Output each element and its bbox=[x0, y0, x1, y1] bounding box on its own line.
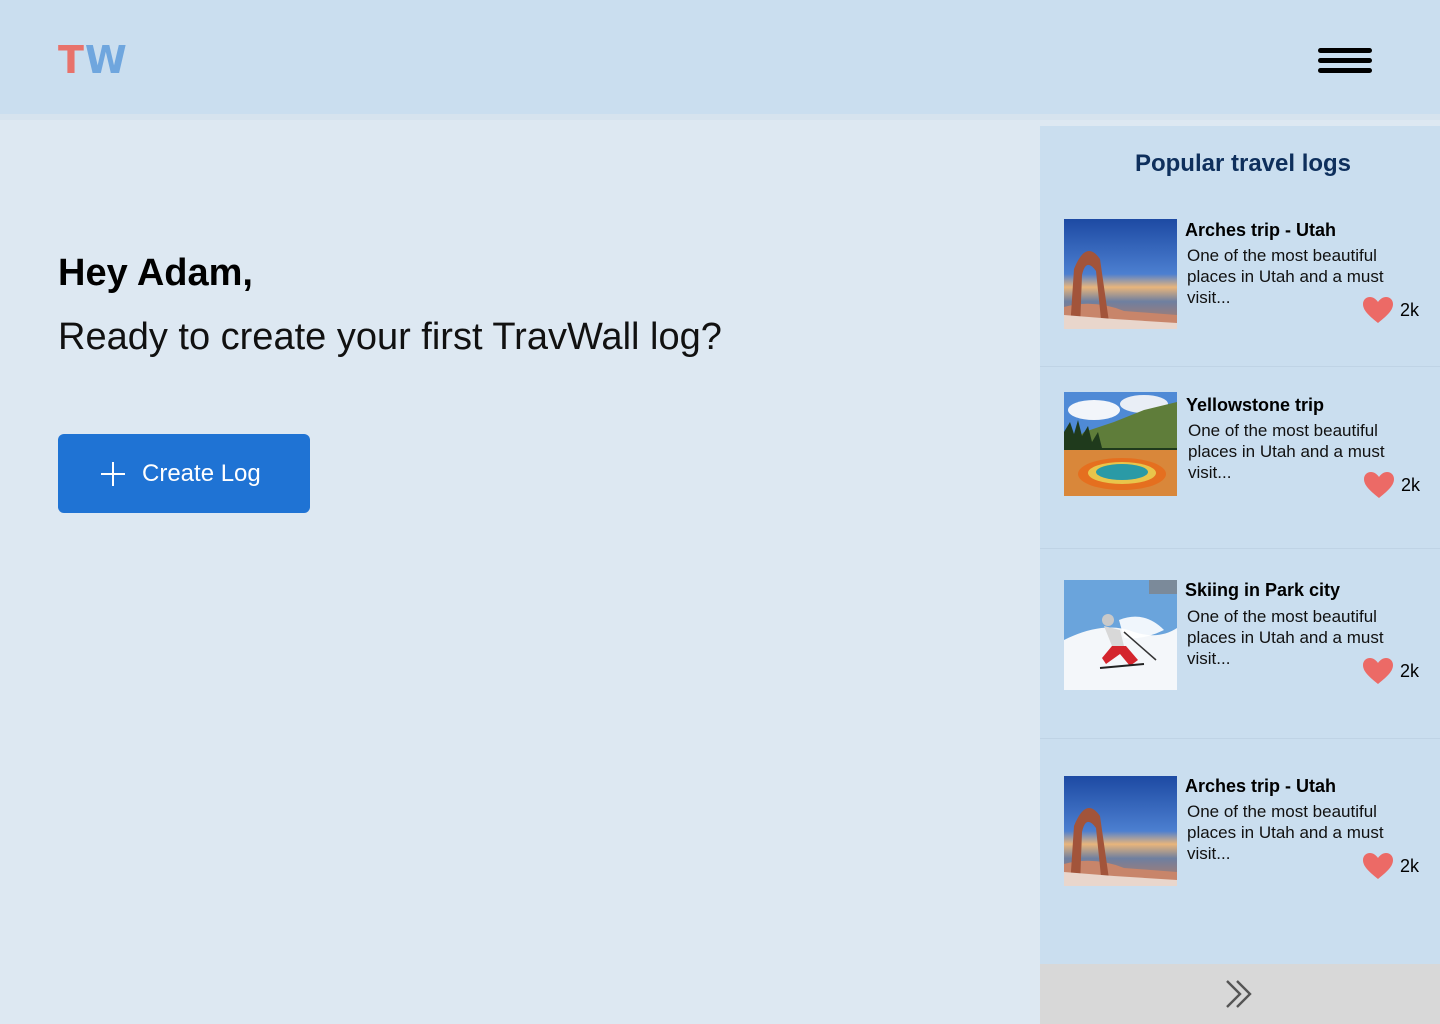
yellowstone-thumbnail bbox=[1064, 392, 1177, 496]
travel-log-card[interactable]: Skiing in Park city One of the most beau… bbox=[1040, 549, 1440, 739]
arches-thumbnail bbox=[1064, 219, 1177, 329]
more-logs-button[interactable] bbox=[1040, 964, 1440, 1024]
plus-icon bbox=[100, 461, 126, 487]
heart-icon bbox=[1364, 472, 1394, 498]
greeting-heading: Hey Adam, bbox=[58, 252, 253, 294]
double-chevron-right-icon bbox=[1226, 980, 1252, 1008]
likes-count: 2k bbox=[1401, 474, 1421, 495]
create-log-button[interactable]: Create Log bbox=[58, 434, 310, 513]
like-button[interactable]: 2k bbox=[1362, 852, 1419, 880]
hamburger-menu-icon[interactable] bbox=[1318, 44, 1374, 78]
likes-count: 2k bbox=[1400, 660, 1420, 681]
welcome-subtitle: Ready to create your first TravWall log? bbox=[58, 316, 722, 358]
popular-logs-sidebar: Popular travel logs Arches trip - Utah O… bbox=[1040, 126, 1440, 1024]
heart-icon bbox=[1363, 853, 1393, 879]
create-log-label: Create Log bbox=[142, 459, 261, 487]
travel-log-card[interactable]: Yellowstone trip One of the most beautif… bbox=[1040, 367, 1440, 549]
heart-icon bbox=[1363, 297, 1393, 323]
log-title: Arches trip - Utah bbox=[1185, 220, 1337, 240]
main-content: Hey Adam, Ready to create your first Tra… bbox=[0, 126, 1040, 1024]
log-title: Arches trip - Utah bbox=[1185, 776, 1337, 796]
like-button[interactable]: 2k bbox=[1362, 296, 1419, 324]
skiing-thumbnail bbox=[1064, 580, 1177, 690]
log-title: Skiing in Park city bbox=[1185, 580, 1341, 600]
app-logo[interactable]: TW bbox=[58, 38, 128, 82]
arches-thumbnail bbox=[1064, 776, 1177, 886]
top-header: TW bbox=[0, 0, 1440, 120]
travel-log-card[interactable]: Arches trip - Utah One of the most beaut… bbox=[1040, 739, 1440, 964]
likes-count: 2k bbox=[1400, 855, 1420, 876]
heart-icon bbox=[1363, 658, 1393, 684]
log-title: Yellowstone trip bbox=[1186, 395, 1325, 415]
likes-count: 2k bbox=[1400, 299, 1420, 320]
like-button[interactable]: 2k bbox=[1362, 657, 1419, 685]
logo-letter-t: T bbox=[58, 38, 85, 82]
sidebar-title: Popular travel logs bbox=[1134, 150, 1352, 177]
like-button[interactable]: 2k bbox=[1363, 471, 1420, 499]
logo-letter-w: W bbox=[84, 38, 128, 82]
travel-log-card[interactable]: Arches trip - Utah One of the most beaut… bbox=[1040, 192, 1440, 367]
